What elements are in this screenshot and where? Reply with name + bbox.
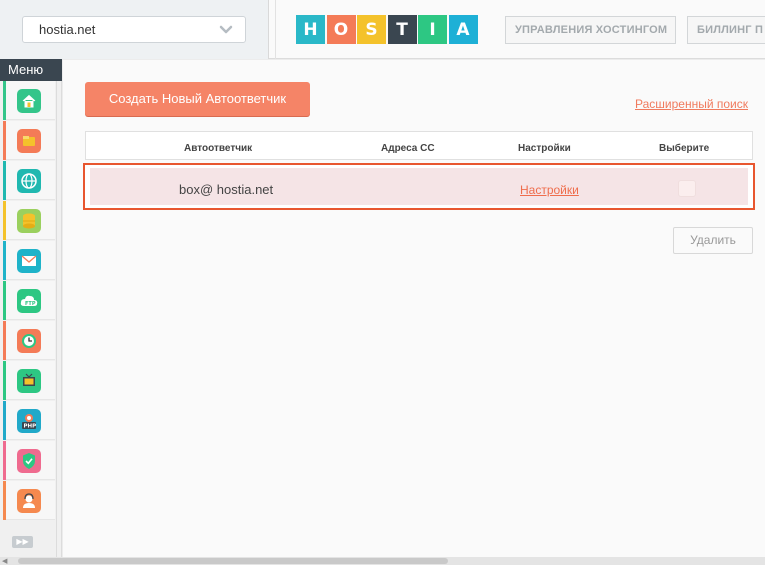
sidebar-item-php[interactable]: PHP — [3, 401, 55, 440]
horizontal-scrollbar[interactable]: ◀ — [0, 557, 765, 565]
create-autoresponder-button[interactable]: Создать Новый Автоответчик — [85, 82, 310, 116]
logo-letter: S — [357, 15, 386, 44]
column-header-select: Выберите — [659, 143, 710, 154]
autoresponder-email: box@ hostia.net — [179, 182, 274, 197]
settings-link[interactable]: Настройки — [520, 183, 579, 197]
sidebar: Меню FTP PHP ▶▶ — [0, 59, 62, 565]
sidebar-accent — [3, 241, 6, 280]
logo-letter: I — [418, 15, 447, 44]
folder-icon — [17, 129, 41, 153]
svg-text:PHP: PHP — [24, 424, 37, 430]
domain-select[interactable]: hostia.net — [22, 16, 246, 43]
sidebar-accent — [3, 81, 6, 120]
table-header: Автоответчик Адреса СС Настройки Выберит… — [85, 131, 753, 160]
logo-letter: T — [387, 15, 417, 44]
table-row[interactable]: box@ hostia.net Настройки — [83, 163, 755, 210]
delete-button[interactable]: Удалить — [673, 227, 753, 254]
database-icon — [17, 209, 41, 233]
sidebar-item-security[interactable] — [3, 441, 55, 480]
logo-letter: A — [448, 15, 478, 44]
sidebar-item-monitor[interactable] — [3, 361, 55, 400]
scrollbar-thumb[interactable] — [18, 558, 448, 564]
table-row-background: box@ hostia.net Настройки — [90, 168, 748, 205]
sidebar-rail — [56, 81, 57, 565]
sidebar-accent — [3, 481, 6, 520]
menu-title: Меню — [0, 59, 62, 81]
column-header-autoresponder: Автоответчик — [184, 143, 253, 154]
column-header-cc: Адреса СС — [381, 143, 435, 154]
sidebar-item-ftp[interactable]: FTP — [3, 281, 55, 320]
sidebar-item-files[interactable] — [3, 121, 55, 160]
hostia-logo[interactable]: H O S T I A — [296, 15, 479, 44]
sidebar-accent — [3, 281, 6, 320]
shield-icon — [17, 449, 41, 473]
php-icon: PHP — [17, 409, 41, 433]
sidebar-accent — [3, 161, 6, 200]
domain-select-value: hostia.net — [39, 22, 96, 37]
mail-icon — [17, 249, 41, 273]
sidebar-accent — [3, 441, 6, 480]
scroll-left-icon[interactable]: ◀ — [2, 557, 7, 565]
clock-icon — [17, 329, 41, 353]
ftp-cloud-icon: FTP — [17, 289, 41, 313]
user-support-icon — [17, 489, 41, 513]
sidebar-accent — [3, 201, 6, 240]
sidebar-accent — [3, 321, 6, 360]
select-checkbox[interactable] — [678, 180, 696, 197]
sidebar-item-databases[interactable] — [3, 201, 55, 240]
autoresponder-table: Автоответчик Адреса СС Настройки Выберит… — [83, 131, 755, 210]
chevron-down-icon — [219, 25, 233, 34]
domain-area: hostia.net — [0, 0, 269, 59]
home-icon — [17, 89, 41, 113]
svg-text:FTP: FTP — [25, 301, 36, 307]
sidebar-item-cron[interactable] — [3, 321, 55, 360]
advanced-search-link[interactable]: Расширенный поиск — [635, 97, 748, 111]
sidebar-item-mail[interactable] — [3, 241, 55, 280]
logo-letter: H — [296, 15, 325, 44]
nav-hosting-management[interactable]: УПРАВЛЕНИЯ ХОСТИНГОМ — [505, 16, 676, 44]
sidebar-item-home[interactable] — [3, 81, 55, 120]
nav-billing[interactable]: БИЛЛИНГ П — [687, 16, 765, 44]
sidebar-accent — [3, 121, 6, 160]
globe-icon — [17, 169, 41, 193]
top-bar: hostia.net H O S T I A УПРАВЛЕНИЯ ХОСТИН… — [0, 0, 765, 59]
expand-sidebar-icon[interactable]: ▶▶ — [12, 536, 33, 548]
divider — [275, 0, 276, 59]
sidebar-accent — [3, 361, 6, 400]
sidebar-item-domains[interactable] — [3, 161, 55, 200]
monitor-icon — [17, 369, 41, 393]
sidebar-item-support[interactable] — [3, 481, 55, 520]
sidebar-accent — [3, 401, 6, 440]
column-header-settings: Настройки — [518, 143, 571, 154]
logo-letter: O — [326, 15, 356, 44]
